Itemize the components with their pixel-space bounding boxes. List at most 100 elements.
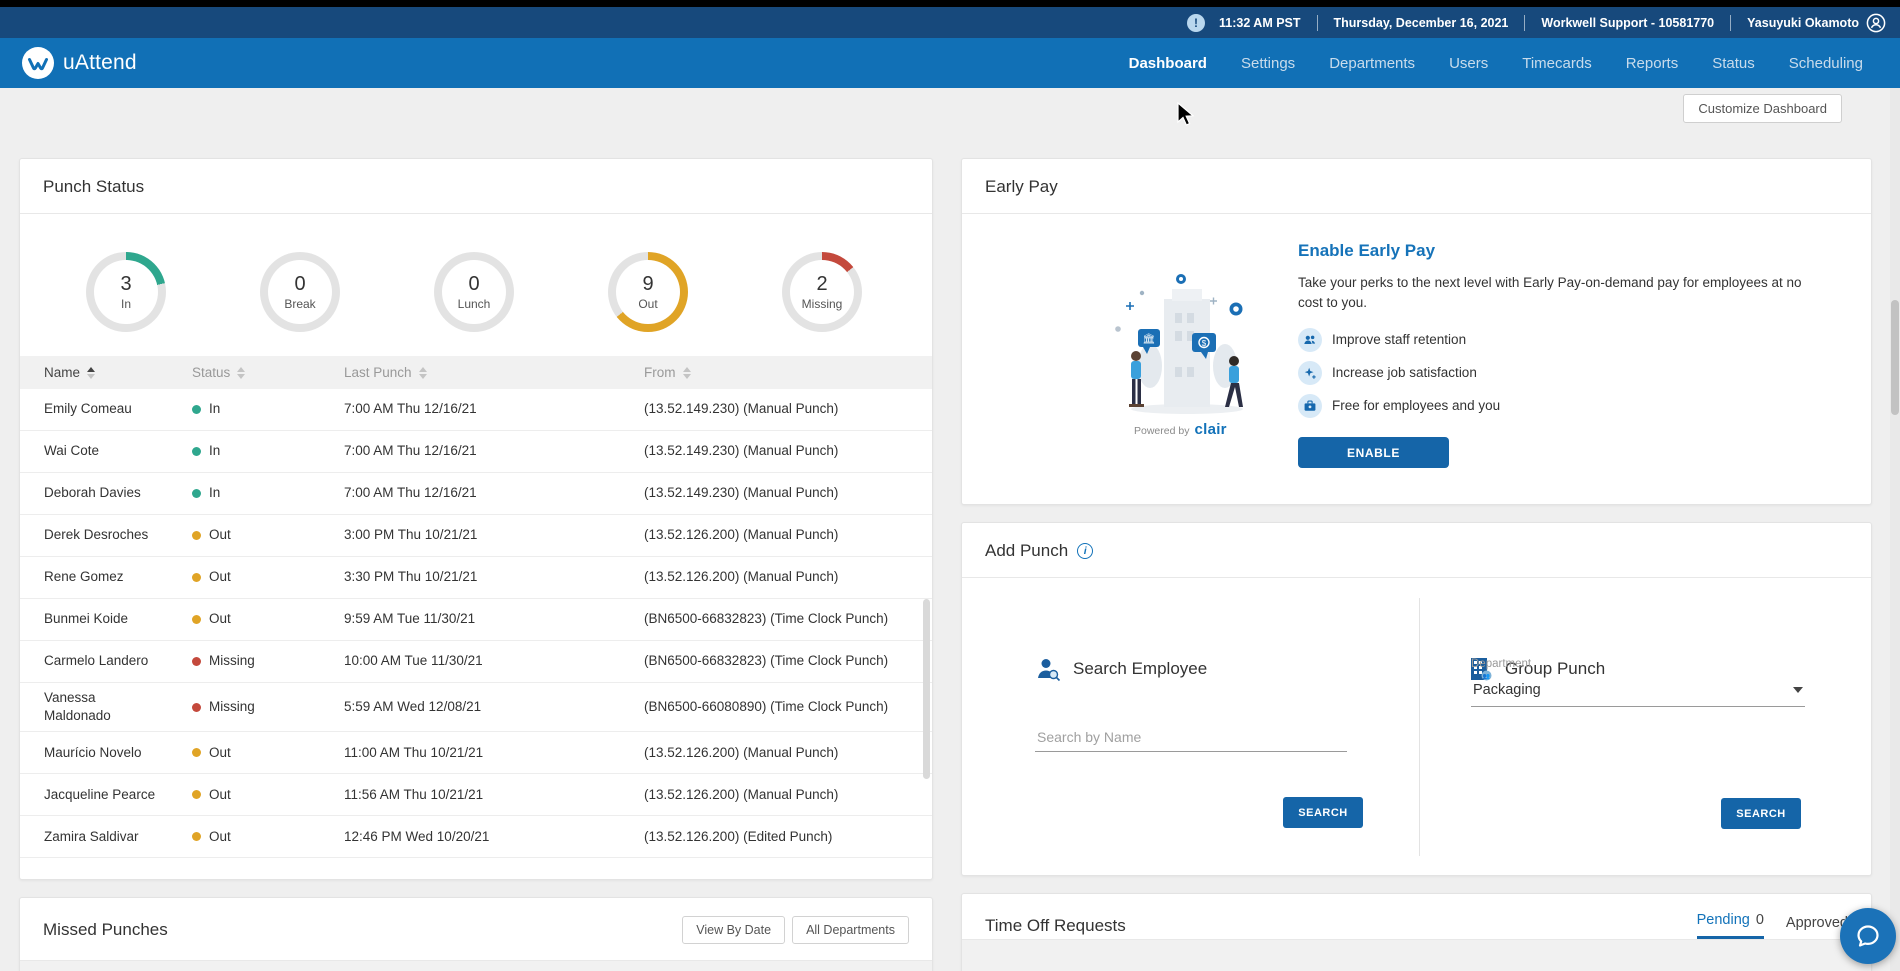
table-row[interactable]: Emily Comeau In 7:00 AM Thu 12/16/21 (13.52… xyxy=(20,389,932,431)
tab-label: Approved xyxy=(1785,915,1848,931)
employee-name: Vanessa Maldonado xyxy=(44,690,111,724)
status-label: Out xyxy=(209,786,231,802)
early-pay-bullet-label: Improve staff retention xyxy=(1332,332,1467,347)
early-pay-bullet: Increase job satisfaction xyxy=(1298,360,1808,385)
tab-pending[interactable]: Pending 0 xyxy=(1696,912,1764,939)
table-row[interactable]: Maurício Novelo Out 11:00 AM Thu 10/21/21 (… xyxy=(20,732,932,775)
nav-item-settings[interactable]: Settings xyxy=(1239,49,1297,78)
punch-stat-lunch: 0 Lunch xyxy=(434,252,514,332)
view-by-date-button[interactable]: View By Date xyxy=(682,916,786,944)
table-row[interactable]: Bunmei Koide Out 9:59 AM Tue 11/30/21 (BN65… xyxy=(20,599,932,641)
time-off-table-header xyxy=(962,940,1871,971)
nav-item-dashboard[interactable]: Dashboard xyxy=(1127,49,1209,78)
powered-by-text: Powered by xyxy=(1134,425,1190,437)
nav-item-reports[interactable]: Reports xyxy=(1624,49,1681,78)
status-label: Out xyxy=(209,828,231,844)
sort-up-arrow xyxy=(418,366,427,372)
punch-stat-value: 0 xyxy=(468,272,480,295)
separator xyxy=(1524,14,1526,31)
early-pay-bullet: Improve staff retention xyxy=(1298,327,1808,352)
column-header-last-punch[interactable]: Last Punch xyxy=(320,365,620,380)
last-punch: 9:59 AM Tue 11/30/21 xyxy=(344,611,476,627)
sort-icon xyxy=(237,366,246,379)
clair-logo: clair xyxy=(1194,421,1227,438)
punch-stat-value: 3 xyxy=(120,272,132,295)
punch-from: (13.52.126.200) (Manual Punch) xyxy=(644,786,839,802)
punch-from: (13.52.126.200) (Manual Punch) xyxy=(644,744,839,760)
account-name[interactable]: Workwell Support - 10581770 xyxy=(1541,16,1714,30)
separator xyxy=(1316,14,1318,31)
table-row[interactable]: Carmelo Landero Missing 10:00 AM Tue 11/30… xyxy=(20,641,932,683)
nav-item-users[interactable]: Users xyxy=(1447,49,1490,78)
status-dot xyxy=(192,702,201,712)
punch-stat-in: 3 In xyxy=(86,252,166,332)
punch-from: (BN6500-66832823) (Time Clock Punch) xyxy=(644,653,889,669)
group-punch-search-button[interactable]: SEARCH xyxy=(1721,798,1801,829)
early-pay-bullets: Improve staff retention Increase job sati… xyxy=(1298,327,1808,418)
page-scrollbar-thumb[interactable] xyxy=(1891,300,1899,415)
sort-down-arrow xyxy=(237,373,246,379)
early-pay-card: Early Pay 🏛 $ Powered by clair Enable Ea… xyxy=(961,158,1872,505)
user-avatar-icon[interactable] xyxy=(1866,13,1886,33)
sort-icon xyxy=(418,366,427,379)
missed-punches-table-header xyxy=(20,961,932,971)
clock-time: 11:32 AM PST xyxy=(1219,15,1301,30)
table-row[interactable]: Deborah Davies In 7:00 AM Thu 12/16/21 (13.… xyxy=(20,473,932,515)
last-punch: 7:00 AM Thu 12/16/21 xyxy=(344,485,477,501)
enable-button[interactable]: ENABLE xyxy=(1298,437,1449,468)
employee-status: Out xyxy=(168,822,320,852)
sort-up-arrow xyxy=(87,366,96,372)
table-row[interactable]: Vanessa Maldonado Missing 5:59 AM Wed 12/0… xyxy=(20,683,932,733)
status-dot xyxy=(192,790,201,800)
search-employee-button[interactable]: SEARCH xyxy=(1283,797,1363,828)
chat-bubble-icon xyxy=(1857,925,1879,947)
status-dot xyxy=(192,573,201,582)
table-row[interactable]: Rene Gomez Out 3:30 PM Thu 10/21/21 (13.52.… xyxy=(20,557,932,599)
top-black-strip xyxy=(0,0,1900,7)
column-header-status[interactable]: Status xyxy=(168,365,320,380)
customize-dashboard-button[interactable]: Customize Dashboard xyxy=(1683,94,1842,123)
nav-item-scheduling[interactable]: Scheduling xyxy=(1787,49,1865,78)
chat-launcher-button[interactable] xyxy=(1840,908,1896,964)
punch-stat-inner: 0 Lunch xyxy=(442,260,506,324)
all-departments-button[interactable]: All Departments xyxy=(792,916,909,944)
column-header-from[interactable]: From xyxy=(620,365,932,380)
page-scrollbar[interactable] xyxy=(1890,88,1900,971)
info-icon[interactable]: i xyxy=(1077,543,1094,559)
punch-table-body: Emily Comeau In 7:00 AM Thu 12/16/21 (13.52… xyxy=(20,389,932,859)
sort-down-arrow xyxy=(682,373,691,379)
table-row[interactable]: Zamira Saldivar Out 12:46 PM Wed 10/20/21 (… xyxy=(20,816,932,859)
column-label: Status xyxy=(192,365,231,380)
nav-item-status[interactable]: Status xyxy=(1710,49,1757,78)
card-title: Add Punch xyxy=(985,541,1069,560)
status-label: In xyxy=(209,401,221,417)
search-employee-input[interactable] xyxy=(1035,723,1347,752)
status-dot xyxy=(192,748,201,758)
svg-text:$: $ xyxy=(1202,339,1207,348)
card-title: Time Off Requests xyxy=(985,915,1126,935)
department-select[interactable]: Packaging xyxy=(1471,678,1805,707)
table-row[interactable]: Wai Cote In 7:00 AM Thu 12/16/21 (13.52.149… xyxy=(20,431,932,473)
missed-punches-buttons: View By Date All Departments xyxy=(682,916,909,944)
column-label: Name xyxy=(44,365,81,380)
employee-status: In xyxy=(168,478,320,508)
missed-punches-card: Missed Punches View By Date All Departmen… xyxy=(19,897,933,971)
table-row[interactable]: Jacqueline Pearce Out 11:56 AM Thu 10/21/2… xyxy=(20,774,932,817)
department-label: Department xyxy=(1471,658,1532,670)
tab-approved[interactable]: Approved xyxy=(1786,915,1848,939)
brand-logo[interactable]: uAttend xyxy=(22,47,137,79)
table-row[interactable]: Derek Desroches Out 3:00 PM Thu 10/21/21 (1… xyxy=(20,515,932,557)
column-header-name[interactable]: Name xyxy=(20,365,168,380)
status-label: Missing xyxy=(209,699,255,715)
user-menu[interactable]: Yasuyuki Okamoto xyxy=(1747,13,1886,33)
nav-item-timecards[interactable]: Timecards xyxy=(1520,49,1593,78)
employee-name: Deborah Davies xyxy=(44,485,141,501)
nav-item-departments[interactable]: Departments xyxy=(1327,49,1417,78)
punch-stat-out: 9 Out xyxy=(608,252,688,332)
time-off-header: Time Off Requests Pending 0 Approved xyxy=(962,894,1871,939)
status-dot xyxy=(192,447,201,456)
table-scrollbar[interactable] xyxy=(923,599,930,779)
main-nav: uAttend Dashboard Settings Departments User… xyxy=(0,38,1900,88)
punch-stat-inner: 9 Out xyxy=(616,260,680,324)
alert-icon[interactable]: ! xyxy=(1187,13,1205,32)
